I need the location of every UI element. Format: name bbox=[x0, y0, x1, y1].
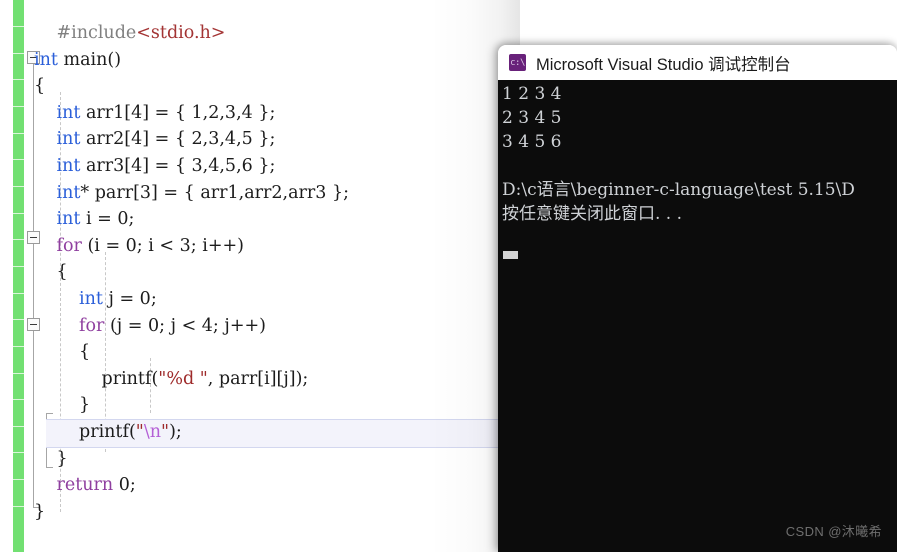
code-token: <stdio.h> bbox=[136, 23, 226, 43]
code-line: int arr2[4] = { 2,3,4,5 }; bbox=[34, 126, 276, 153]
code-token: arr1[4] = { 1,2,3,4 }; bbox=[80, 102, 276, 123]
code-line: { bbox=[34, 259, 68, 286]
code-token: #include bbox=[56, 23, 137, 43]
console-output-area[interactable]: 1 2 3 4 2 3 4 5 3 4 5 6 D:\c语言\beginner-… bbox=[498, 80, 897, 552]
code-token: printf( bbox=[101, 368, 159, 389]
code-token: } bbox=[56, 448, 68, 469]
code-token: 0; bbox=[113, 475, 136, 496]
console-title-bar[interactable]: c:\ Microsoft Visual Studio 调试控制台 bbox=[498, 45, 897, 80]
console-line: 3 4 5 6 bbox=[502, 132, 567, 152]
code-line: } bbox=[34, 392, 90, 419]
code-token: arr3[4] = { 3,4,5,6 }; bbox=[80, 156, 276, 176]
code-token: i = 0; bbox=[80, 209, 135, 230]
code-line: int arr3[4] = { 3,4,5,6 }; bbox=[34, 153, 276, 180]
console-text-cursor bbox=[503, 251, 518, 259]
code-token: int bbox=[56, 156, 81, 176]
code-line: } bbox=[34, 446, 68, 473]
code-token: for bbox=[56, 235, 82, 256]
code-token: { bbox=[34, 76, 46, 97]
console-line: D:\c语言\beginner-c-language\test 5.15\D bbox=[502, 180, 855, 200]
code-token: ); bbox=[169, 422, 182, 442]
code-token: for bbox=[79, 315, 105, 336]
code-line: return 0; bbox=[34, 472, 136, 499]
console-line: 1 2 3 4 bbox=[502, 84, 567, 104]
code-token: int bbox=[56, 182, 81, 203]
code-token: { bbox=[79, 342, 91, 363]
code-line: { bbox=[34, 73, 45, 100]
changed-lines-indicator-bar bbox=[13, 0, 24, 552]
code-token: "%d " bbox=[158, 368, 208, 389]
code-token: int bbox=[34, 49, 58, 70]
code-line: } bbox=[34, 499, 45, 526]
code-token: printf( bbox=[79, 422, 136, 442]
code-line: int main() bbox=[34, 47, 121, 74]
code-token: main() bbox=[57, 49, 122, 70]
code-token: } bbox=[34, 501, 46, 522]
code-token: (i = 0; i < 3; i++) bbox=[81, 235, 244, 256]
code-line: int j = 0; bbox=[34, 286, 157, 313]
code-token: * parr[3] = { arr1,arr2,arr3 }; bbox=[80, 182, 349, 203]
code-token: " bbox=[135, 422, 144, 442]
code-editor-pane[interactable]: #include<stdio.h> int main(){int arr1[4] … bbox=[0, 0, 520, 552]
code-token: { bbox=[56, 262, 68, 283]
code-line: printf("%d ", parr[i][j]); bbox=[34, 366, 309, 393]
code-token: int bbox=[56, 129, 81, 150]
code-token: \n bbox=[143, 422, 162, 442]
code-line: int* parr[3] = { arr1,arr2,arr3 }; bbox=[34, 180, 349, 207]
console-window-title: Microsoft Visual Studio 调试控制台 bbox=[536, 55, 791, 74]
csdn-watermark: CSDN @沐曦希 bbox=[785, 524, 882, 539]
code-token: " bbox=[161, 422, 170, 442]
code-token: } bbox=[79, 395, 91, 416]
code-line: printf("\n"); bbox=[34, 419, 182, 446]
code-token: int bbox=[56, 102, 81, 123]
code-line: #include<stdio.h> bbox=[34, 20, 226, 47]
debug-console-window[interactable]: c:\ Microsoft Visual Studio 调试控制台 1 2 3 … bbox=[498, 45, 897, 552]
code-token: (j = 0; j < 4; j++) bbox=[104, 315, 266, 336]
code-token: return bbox=[56, 475, 114, 496]
console-line: 按任意键关闭此窗口. . . bbox=[502, 204, 683, 224]
code-token: int bbox=[79, 289, 103, 309]
code-token: , parr[i][j]); bbox=[207, 368, 309, 389]
console-output-text: 1 2 3 4 2 3 4 5 3 4 5 6 D:\c语言\beginner-… bbox=[502, 82, 855, 226]
code-token: int bbox=[56, 209, 81, 230]
code-line: for (i = 0; i < 3; i++) bbox=[34, 233, 245, 260]
code-line: for (j = 0; j < 4; j++) bbox=[34, 313, 266, 340]
code-line: int i = 0; bbox=[34, 206, 135, 233]
visual-studio-debug-console-icon: c:\ bbox=[509, 54, 526, 71]
code-line: int arr1[4] = { 1,2,3,4 }; bbox=[34, 100, 276, 127]
code-line: { bbox=[34, 339, 90, 366]
code-token: arr2[4] = { 2,3,4,5 }; bbox=[80, 129, 276, 150]
code-token: j = 0; bbox=[102, 289, 157, 309]
console-line: 2 3 4 5 bbox=[502, 108, 567, 128]
